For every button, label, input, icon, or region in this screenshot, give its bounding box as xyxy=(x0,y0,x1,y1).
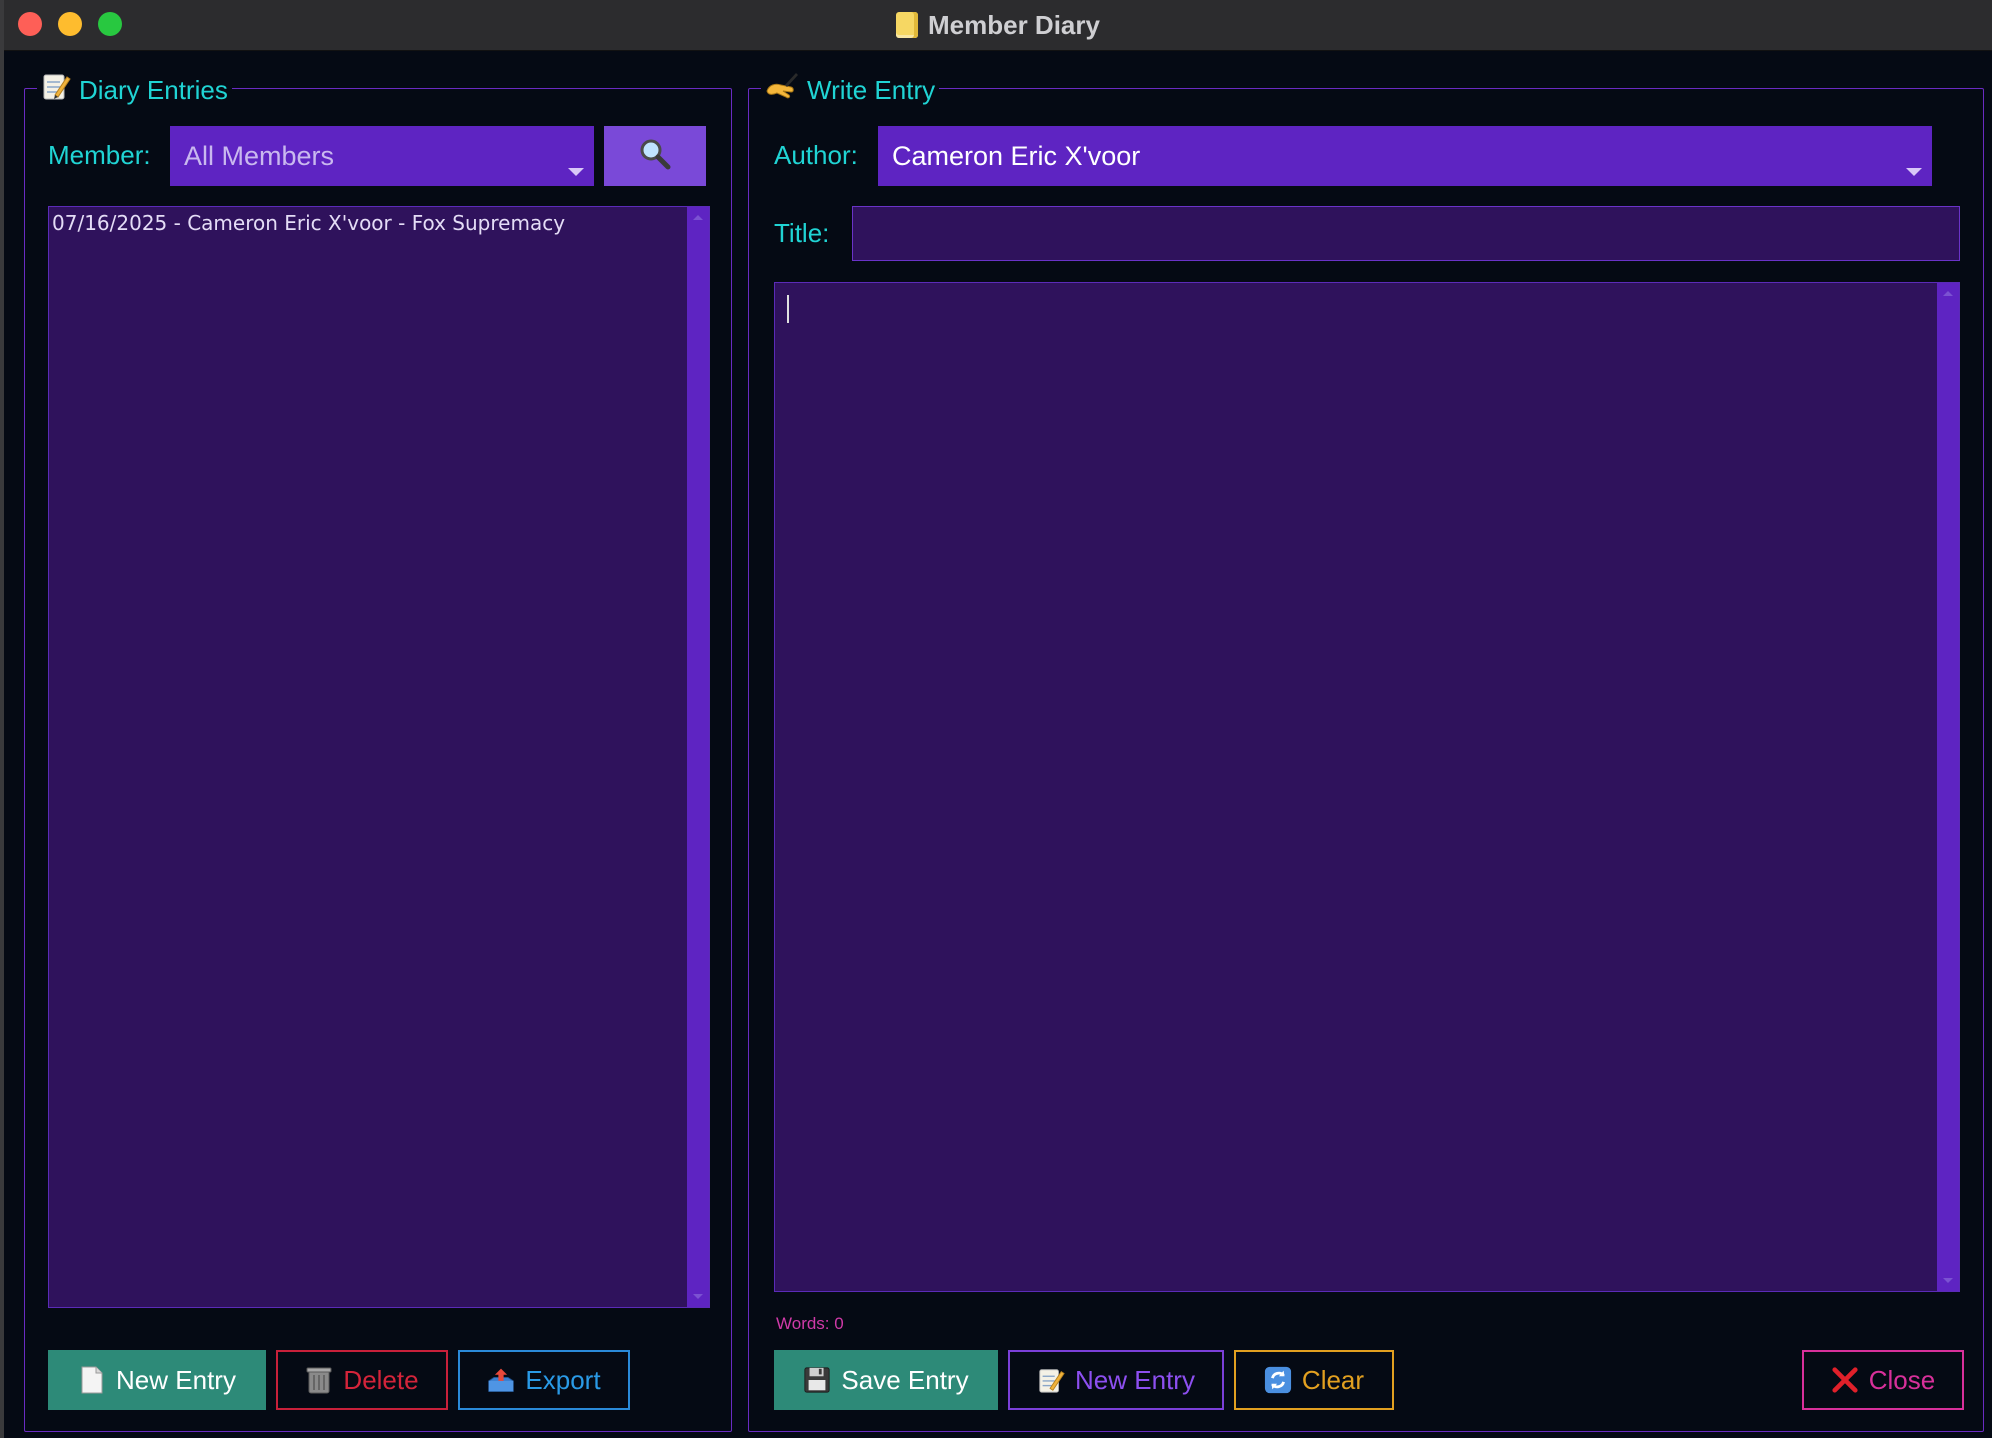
writing-hand-icon xyxy=(765,71,799,109)
outbox-tray-icon xyxy=(487,1366,515,1394)
export-button[interactable]: Export xyxy=(458,1350,630,1410)
write-entry-legend: Write Entry xyxy=(761,71,940,109)
list-item[interactable]: 07/16/2025 - Cameron Eric X'voor - Fox S… xyxy=(52,211,565,235)
entries-scrollbar[interactable] xyxy=(687,207,709,1307)
legend-label: Write Entry xyxy=(807,75,936,105)
scroll-down-icon[interactable] xyxy=(1943,1278,1953,1283)
search-button[interactable] xyxy=(604,126,706,186)
scroll-up-icon[interactable] xyxy=(693,215,703,220)
title-label: Title: xyxy=(774,218,830,248)
magnifier-icon xyxy=(637,136,673,177)
window-title-group: Member Diary xyxy=(4,0,1992,50)
export-label: Export xyxy=(525,1364,601,1395)
refresh-icon xyxy=(1264,1366,1292,1394)
notepad-icon xyxy=(1037,1366,1065,1394)
floppy-disk-icon xyxy=(803,1366,831,1394)
notepad-icon xyxy=(896,12,919,38)
notepad-icon xyxy=(41,71,71,109)
member-select-value: All Members xyxy=(184,140,335,171)
window-title: Member Diary xyxy=(928,9,1100,40)
clear-button[interactable]: Clear xyxy=(1234,1350,1394,1410)
word-count: Words: 0 xyxy=(776,1314,844,1333)
new-entry-label: New Entry xyxy=(116,1364,236,1395)
save-entry-label: Save Entry xyxy=(841,1364,969,1395)
title-input[interactable] xyxy=(852,206,1960,261)
member-select[interactable]: All Members xyxy=(170,126,594,186)
entries-list[interactable]: 07/16/2025 - Cameron Eric X'voor - Fox S… xyxy=(48,206,710,1308)
chevron-down-icon xyxy=(568,168,584,176)
diary-entries-legend: Diary Entries xyxy=(37,71,232,109)
delete-label: Delete xyxy=(343,1364,419,1395)
close-label: Close xyxy=(1868,1364,1936,1395)
new-entry-button-right[interactable]: New Entry xyxy=(1008,1350,1224,1410)
scroll-down-icon[interactable] xyxy=(693,1294,703,1299)
title-bar: Member Diary xyxy=(4,0,1992,51)
member-diary-window: Member Diary Diary Entries Member: All M… xyxy=(4,0,1992,1438)
new-entry-label: New Entry xyxy=(1075,1364,1195,1395)
trash-icon xyxy=(305,1366,333,1394)
page-icon xyxy=(78,1366,106,1394)
author-select[interactable]: Cameron Eric X'voor xyxy=(878,126,1932,186)
author-select-value: Cameron Eric X'voor xyxy=(892,140,1141,171)
member-label: Member: xyxy=(48,140,151,170)
cross-mark-icon xyxy=(1831,1366,1859,1394)
legend-label: Diary Entries xyxy=(79,75,228,105)
body-scrollbar[interactable] xyxy=(1937,283,1959,1291)
new-entry-button[interactable]: New Entry xyxy=(48,1350,266,1410)
delete-button[interactable]: Delete xyxy=(276,1350,448,1410)
clear-label: Clear xyxy=(1301,1364,1365,1395)
entry-body-textarea[interactable] xyxy=(774,282,1960,1292)
scroll-up-icon[interactable] xyxy=(1943,291,1953,296)
author-label: Author: xyxy=(774,140,858,170)
text-cursor xyxy=(787,295,789,323)
chevron-down-icon xyxy=(1906,168,1922,176)
close-button[interactable]: Close xyxy=(1802,1350,1964,1410)
save-entry-button[interactable]: Save Entry xyxy=(774,1350,998,1410)
